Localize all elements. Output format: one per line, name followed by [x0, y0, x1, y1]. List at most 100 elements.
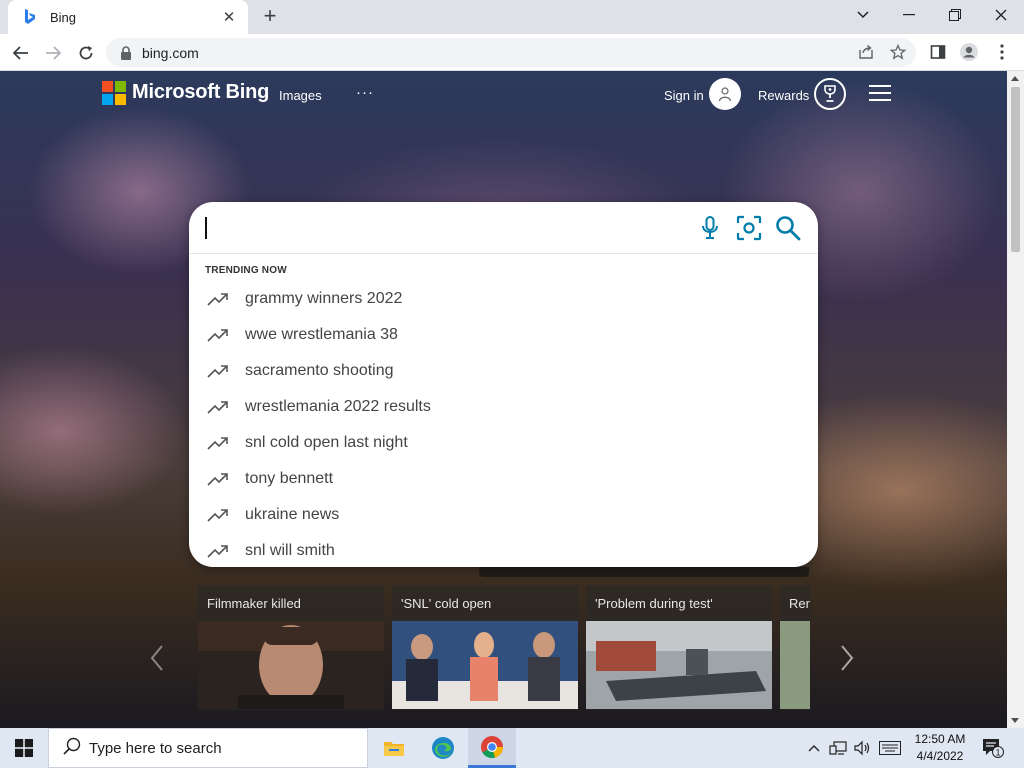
news-card[interactable]: 'Problem during test'	[586, 585, 772, 710]
clock-date: 4/4/2022	[916, 749, 964, 763]
windows-taskbar: Type here to search 12:50 AM 4/4/2022 1	[0, 728, 1024, 768]
edge-browser-icon[interactable]	[419, 728, 467, 768]
visual-search-camera-icon[interactable]	[735, 214, 763, 242]
brand-name[interactable]: Microsoft Bing	[132, 81, 269, 104]
address-bar[interactable]: bing.com	[106, 38, 916, 67]
page-scrollbar[interactable]	[1007, 71, 1024, 728]
images-link[interactable]: Images	[279, 88, 322, 103]
trending-arrow-icon	[207, 507, 229, 523]
minimize-button[interactable]	[886, 0, 932, 30]
news-card-image	[392, 621, 578, 709]
news-card-image	[198, 621, 384, 709]
rewards-link[interactable]: Rewards	[758, 88, 809, 103]
trending-arrow-icon	[207, 435, 229, 451]
taskbar-search-box[interactable]: Type here to search	[48, 728, 368, 768]
suggestion-list: grammy winners 2022 wwe wrestlemania 38 …	[189, 281, 818, 569]
suggestion-item[interactable]: snl will smith	[189, 533, 818, 569]
trending-arrow-icon	[207, 471, 229, 487]
scroll-down-arrow-icon[interactable]	[1011, 718, 1019, 723]
tab-title: Bing	[50, 9, 77, 25]
user-avatar-icon[interactable]	[709, 78, 741, 110]
show-hidden-icons-chevron-icon[interactable]	[804, 738, 824, 758]
suggestion-text: grammy winners 2022	[245, 290, 403, 307]
chrome-browser-icon[interactable]	[468, 728, 516, 768]
suggestion-text: wrestlemania 2022 results	[245, 398, 431, 415]
search-row	[189, 202, 818, 254]
scrollbar-thumb[interactable]	[1011, 87, 1020, 252]
more-menu[interactable]: ···	[356, 84, 374, 101]
suggestion-item[interactable]: snl cold open last night	[189, 425, 818, 461]
suggestion-item[interactable]: grammy winners 2022	[189, 281, 818, 317]
suggestion-text: snl cold open last night	[245, 434, 408, 451]
file-explorer-icon[interactable]	[370, 728, 418, 768]
url-text: bing.com	[142, 44, 199, 61]
trending-arrow-icon	[207, 327, 229, 343]
suggestion-text: sacramento shooting	[245, 362, 394, 379]
suggestion-item[interactable]: ukraine news	[189, 497, 818, 533]
forward-button[interactable]	[40, 40, 66, 66]
bing-header: Microsoft Bing Images ··· Sign in Reward…	[0, 71, 1007, 117]
trending-arrow-icon	[207, 291, 229, 307]
news-prev-arrow-icon[interactable]	[150, 644, 170, 674]
volume-icon[interactable]	[852, 738, 872, 758]
news-card-title: 'Problem during test'	[595, 596, 713, 611]
browser-tab-bar: Bing ✕ +	[0, 0, 1024, 34]
news-card[interactable]: 'SNL' cold open	[392, 585, 578, 710]
share-icon[interactable]	[855, 41, 877, 63]
bing-homepage: Microsoft Bing Images ··· Sign in Reward…	[0, 71, 1007, 728]
browser-tab-bing[interactable]: Bing ✕	[8, 0, 248, 34]
browser-menu-icon[interactable]	[991, 41, 1013, 63]
news-card-title: 'SNL' cold open	[401, 596, 492, 611]
news-card[interactable]: Ren	[780, 585, 810, 710]
keyboard-icon[interactable]	[878, 738, 902, 758]
notification-center-icon[interactable]: 1	[982, 738, 1004, 758]
news-card-image	[586, 621, 772, 709]
search-icon[interactable]	[774, 214, 802, 242]
suggestion-text: tony bennett	[245, 470, 334, 487]
tab-search-chevron-icon[interactable]	[840, 0, 886, 30]
notification-count: 1	[995, 748, 1000, 758]
back-button[interactable]	[8, 40, 34, 66]
suggestion-item[interactable]: sacramento shooting	[189, 353, 818, 389]
trending-now-heading: TRENDING NOW	[205, 265, 287, 276]
news-card-image	[780, 621, 810, 709]
hamburger-menu-icon[interactable]	[869, 85, 891, 103]
search-panel: TRENDING NOW grammy winners 2022 wwe wre…	[189, 202, 818, 567]
profile-icon[interactable]	[958, 41, 980, 63]
suggestion-item[interactable]: wrestlemania 2022 results	[189, 389, 818, 425]
microphone-icon[interactable]	[696, 214, 724, 242]
trending-arrow-icon	[207, 543, 229, 559]
news-card[interactable]: Filmmaker killed	[198, 585, 384, 710]
suggestion-text: wwe wrestlemania 38	[245, 326, 398, 343]
trending-arrow-icon	[207, 399, 229, 415]
close-window-button[interactable]	[978, 0, 1024, 30]
news-carousel: Filmmaker killed 'SNL' cold open 'Proble…	[198, 585, 810, 710]
restore-button[interactable]	[932, 0, 978, 30]
taskbar-search-placeholder: Type here to search	[89, 739, 222, 757]
clock-time: 12:50 AM	[914, 732, 966, 746]
suggestion-item[interactable]: wwe wrestlemania 38	[189, 317, 818, 353]
text-caret	[205, 217, 207, 239]
bing-favicon-icon	[22, 9, 38, 25]
trending-arrow-icon	[207, 363, 229, 379]
microsoft-logo-icon[interactable]	[102, 81, 126, 105]
network-icon[interactable]	[828, 738, 848, 758]
close-tab-icon[interactable]: ✕	[220, 8, 238, 26]
news-card-title: Ren	[789, 596, 810, 611]
reload-button[interactable]	[73, 40, 99, 66]
bookmark-star-icon[interactable]	[887, 41, 909, 63]
suggestion-text: snl will smith	[245, 542, 335, 559]
windows-start-icon[interactable]	[0, 728, 48, 768]
suggestion-text: ukraine news	[245, 506, 340, 523]
rewards-trophy-icon[interactable]	[814, 78, 846, 110]
taskbar-clock[interactable]: 12:50 AM 4/4/2022	[905, 731, 975, 765]
news-next-arrow-icon[interactable]	[840, 644, 860, 674]
new-tab-button[interactable]: +	[258, 5, 282, 28]
scroll-up-arrow-icon[interactable]	[1011, 76, 1019, 81]
search-input[interactable]	[209, 212, 689, 244]
sign-in-link[interactable]: Sign in	[664, 88, 704, 103]
side-panel-icon[interactable]	[927, 41, 949, 63]
magnifier-icon	[63, 737, 81, 760]
lock-icon	[120, 45, 134, 60]
suggestion-item[interactable]: tony bennett	[189, 461, 818, 497]
